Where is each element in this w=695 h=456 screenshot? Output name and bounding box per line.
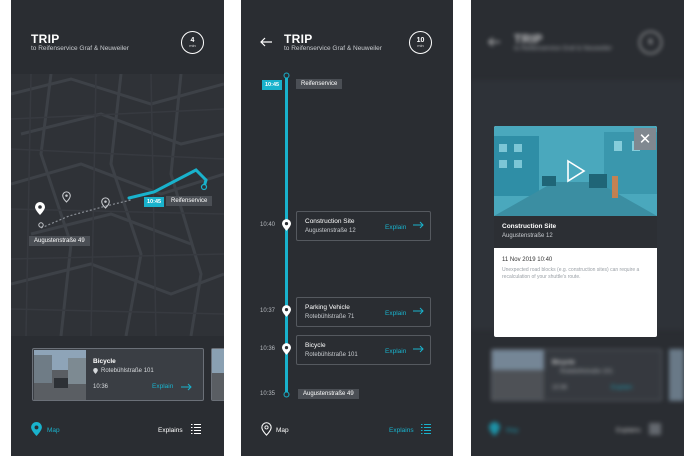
event-pin-icon: [282, 343, 291, 355]
event-pin-icon[interactable]: [101, 197, 110, 209]
arrow-right-icon: [181, 383, 192, 391]
explain-modal-screen: TRIP to Reifenservice Graf & Neuweiler 5…: [471, 0, 684, 456]
explains-tab[interactable]: Explains: [158, 427, 183, 434]
trip-map-screen: TRIP to Reifenservice Graf & Neuweiler 4…: [11, 0, 224, 456]
explains-tab: Explains: [616, 427, 641, 434]
page-title: TRIP: [514, 32, 543, 46]
close-button[interactable]: ✕: [634, 128, 656, 150]
arrow-right-icon: [413, 221, 424, 229]
list-icon: [191, 424, 201, 434]
event-time: 10:37: [260, 308, 276, 314]
page-subtitle: to Reifenservice Graf & Neuweiler: [31, 45, 129, 52]
map-tab[interactable]: Map: [47, 427, 60, 434]
modal-description: Unexpected road blocks (e.g. constructio…: [502, 267, 640, 280]
destination-time-badge: 10:45: [144, 197, 165, 207]
event-address: Augustenstraße 12: [305, 228, 356, 234]
departure-time: 10:35: [260, 391, 276, 397]
event-pin-icon: [282, 305, 291, 317]
page-subtitle: to Reifenservice Graf & Neuweiler: [514, 45, 612, 52]
destination-label: Reifenservice: [166, 196, 213, 206]
list-icon: [649, 423, 661, 435]
explains-tab[interactable]: Explains: [389, 427, 414, 434]
event-address: Rotebühlstraße 71: [305, 314, 355, 320]
timeline-start-dot-icon: [283, 391, 290, 398]
arrival-label: Reifenservice: [296, 79, 343, 89]
explain-link[interactable]: Explain: [385, 310, 406, 317]
event-time: 10:36: [260, 346, 276, 352]
explain-link[interactable]: Explain: [152, 383, 173, 390]
event-title: Bicycle: [552, 359, 575, 366]
map-pin-icon: [261, 422, 272, 436]
event-title: Construction Site: [305, 218, 355, 225]
event-address: Rotebühlstraße 101: [305, 352, 358, 358]
event-title: Bicycle: [93, 358, 116, 365]
modal-header: Construction Site Augustenstraße 12: [494, 216, 657, 248]
event-row[interactable]: Construction Site Augustenstraße 12 Expl…: [296, 211, 431, 241]
map-tab: Map: [506, 427, 519, 434]
event-video-thumbnail[interactable]: [494, 126, 657, 216]
event-time: 10:40: [260, 222, 276, 228]
event-pin-icon[interactable]: [62, 191, 71, 203]
map-pin-icon: [31, 422, 42, 436]
modal-address: Augustenstraße 12: [502, 233, 553, 239]
play-icon[interactable]: [566, 159, 586, 183]
back-arrow-icon: [488, 37, 500, 47]
location-pin-icon: [93, 368, 98, 374]
event-time: 10:36: [552, 385, 568, 391]
current-location-pin-icon: [35, 202, 45, 215]
arrow-right-icon: [413, 307, 424, 315]
explain-link[interactable]: Explain: [385, 224, 406, 231]
event-card[interactable]: Bicycle Rotebühlstraße 101 10:36 Explain: [32, 348, 204, 401]
explain-link[interactable]: Explain: [385, 348, 406, 355]
page-title: TRIP: [31, 32, 60, 46]
event-time: 10:36: [93, 384, 109, 390]
eta-clock-icon: 10 min: [409, 31, 432, 54]
eta-unit: min: [417, 43, 424, 48]
eta-clock-icon: 5: [639, 31, 662, 54]
event-card: Bicycle Rotebühlstraße 101 10:36 Explain: [491, 349, 662, 401]
explain-modal: ✕ Construction Site Augustenstraße 12 11…: [494, 126, 657, 337]
event-card-peek[interactable]: [211, 348, 224, 401]
event-title: Parking Vehicle: [305, 304, 350, 311]
modal-title: Construction Site: [502, 223, 557, 230]
trip-timeline-screen: TRIP to Reifenservice Graf & Neuweiler 1…: [241, 0, 453, 456]
event-address: Rotebühlstraße 101: [560, 369, 613, 375]
explain-link: Explain: [611, 384, 633, 391]
arrival-time-badge: 10:45: [262, 80, 283, 90]
event-photo: [34, 350, 86, 400]
page-subtitle: to Reifenservice Graf & Neuweiler: [284, 45, 382, 52]
event-pin-icon: [282, 219, 291, 231]
back-arrow-icon[interactable]: [260, 37, 273, 47]
eta-clock-icon: 4 min: [181, 31, 204, 54]
event-title: Bicycle: [305, 342, 326, 349]
origin-dot-icon: [38, 222, 44, 228]
eta-unit: min: [189, 43, 196, 48]
event-address: Rotebühlstraße 101: [101, 368, 154, 374]
origin-label: Augustenstraße 49: [29, 236, 90, 246]
timeline-end-dot-icon: [283, 72, 290, 79]
event-row[interactable]: Parking Vehicle Rotebühlstraße 71 Explai…: [296, 297, 431, 327]
route-map[interactable]: 10:45 Reifenservice Augustenstraße 49: [11, 74, 224, 336]
event-row[interactable]: Bicycle Rotebühlstraße 101 Explain: [296, 335, 431, 365]
close-icon: ✕: [638, 131, 652, 148]
modal-date: 11 Nov 2019 10:40: [502, 257, 553, 263]
eta-value: 5: [648, 39, 653, 46]
departure-label: Augustenstraße 49: [298, 389, 359, 399]
event-card-peek: [669, 349, 684, 401]
map-tab[interactable]: Map: [276, 427, 289, 434]
map-pin-icon: [489, 422, 500, 436]
arrow-right-icon: [413, 345, 424, 353]
list-icon: [421, 424, 431, 434]
page-title: TRIP: [284, 32, 313, 46]
